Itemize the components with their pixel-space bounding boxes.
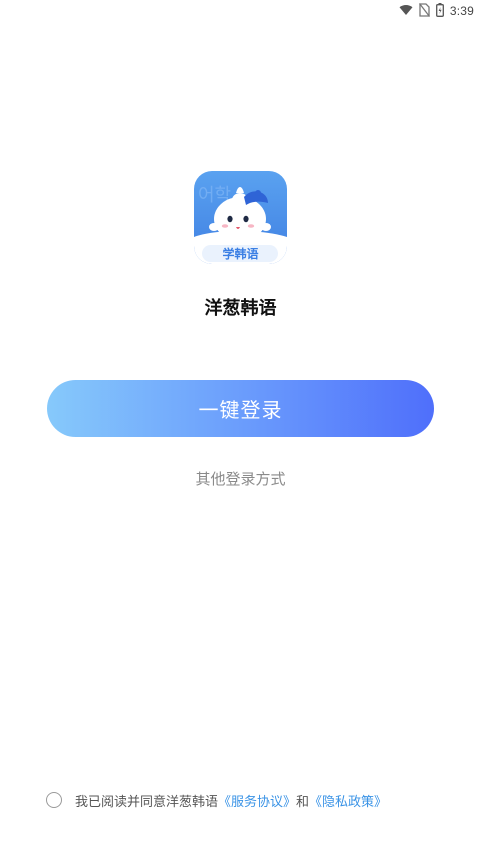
agreement-prefix: 我已阅读并同意洋葱韩语 [75,794,219,810]
battery-icon [435,2,444,20]
agreement-row: 我已阅读并同意洋葱韩语《服务协议》和《隐私政策》 [46,790,387,810]
app-logo: 어학 学韩语 [194,171,287,264]
status-time: 3:39 [449,4,474,18]
other-login-methods-link[interactable]: 其他登录方式 [0,468,481,489]
service-agreement-link[interactable]: 《服务协议》 [218,795,296,810]
privacy-policy-link[interactable]: 《隐私政策》 [309,795,387,810]
status-icons: 3:39 [399,2,474,20]
agree-checkbox[interactable] [46,792,62,808]
agreement-text: 我已阅读并同意洋葱韩语《服务协议》和《隐私政策》 [75,791,387,810]
one-click-login-button[interactable]: 一键登录 [47,380,434,437]
login-screen: 3:39 어학 学韩语 洋葱韩语 一键登录 其他登录方式 我已阅读并同意洋葱韩语… [0,0,481,856]
no-sim-icon [418,2,430,20]
status-bar: 3:39 [0,0,481,22]
svg-text:学韩语: 学韩语 [222,246,258,261]
wifi-icon [399,4,413,19]
agreement-conjunction: 和 [296,794,310,810]
app-name: 洋葱韩语 [204,298,277,319]
